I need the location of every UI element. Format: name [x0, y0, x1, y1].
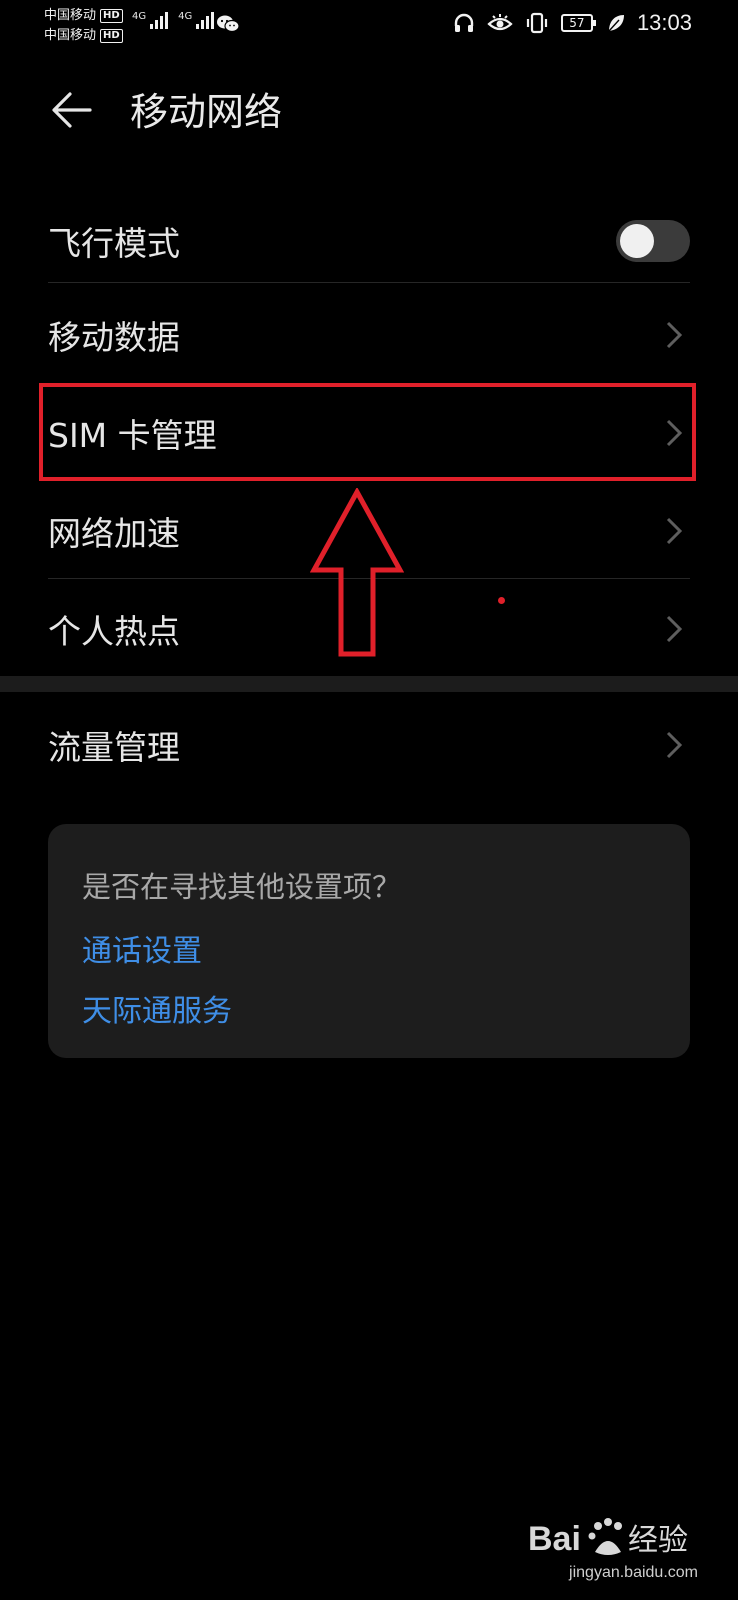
leaf-icon [608, 15, 624, 32]
mobile-data-label: 移动数据 [48, 318, 180, 357]
network-type-label: 4G [132, 11, 147, 22]
eye-comfort-icon [487, 14, 513, 31]
carrier-info: 中国移动 HD 中国移动 HD [44, 6, 123, 46]
skytone-service-link[interactable]: 天际通服务 [82, 986, 232, 1030]
app-header: 移动网络 [0, 70, 738, 152]
baidu-jingyan-watermark: Bai 经验 jingyan.baidu.com [528, 1512, 698, 1582]
hd-badge: HD [100, 29, 123, 43]
airplane-mode-toggle[interactable] [616, 220, 690, 262]
signal-strength-icon: 4G [178, 11, 215, 29]
svg-text:经验: 经验 [628, 1523, 688, 1558]
red-dot [498, 597, 505, 604]
vibrate-icon [526, 12, 548, 34]
network-type-label: 4G [178, 11, 193, 22]
signal-indicators: 4G 4G [132, 11, 215, 29]
data-usage-label: 流量管理 [48, 728, 180, 767]
wechat-icon [217, 15, 240, 33]
network-acceleration-label: 网络加速 [48, 514, 180, 553]
carrier-2-label: 中国移动 [44, 28, 97, 43]
baidu-paw-logo: Bai 经验 [528, 1518, 688, 1558]
signal-strength-icon: 4G [132, 11, 169, 29]
section-separator [0, 676, 738, 692]
up-arrow-annotation [310, 488, 404, 657]
airplane-mode-label: 飞行模式 [48, 224, 180, 263]
suggestion-card: 是否在寻找其他设置项？ 通话设置 天际通服务 [48, 824, 690, 1058]
chevron-right-icon [666, 731, 683, 759]
status-bar: 中国移动 HD 中国移动 HD 4G 4G 57 13:03 [0, 0, 738, 54]
toggle-knob [620, 224, 654, 258]
back-arrow-icon[interactable] [50, 88, 94, 132]
mobile-data-row[interactable]: 移动数据 [48, 294, 690, 376]
headphones-icon [454, 13, 474, 32]
chevron-right-icon [666, 321, 683, 349]
svg-text:Bai: Bai [528, 1520, 581, 1558]
personal-hotspot-label: 个人热点 [48, 612, 180, 651]
airplane-mode-row[interactable]: 飞行模式 [48, 200, 690, 282]
page-title: 移动网络 [130, 90, 283, 134]
suggestion-title: 是否在寻找其他设置项？ [82, 870, 402, 904]
watermark-url: jingyan.baidu.com [569, 1564, 698, 1581]
divider [48, 282, 690, 283]
status-icons: 57 13:03 [453, 10, 692, 36]
battery-icon: 57 [560, 14, 596, 32]
hd-badge: HD [100, 9, 123, 23]
carrier-1-label: 中国移动 [44, 8, 97, 23]
clock: 13:03 [636, 10, 692, 35]
chevron-right-icon [666, 615, 683, 643]
chevron-right-icon [666, 517, 683, 545]
call-settings-link[interactable]: 通话设置 [82, 926, 202, 970]
data-usage-row[interactable]: 流量管理 [48, 704, 690, 786]
highlight-box [39, 383, 696, 481]
